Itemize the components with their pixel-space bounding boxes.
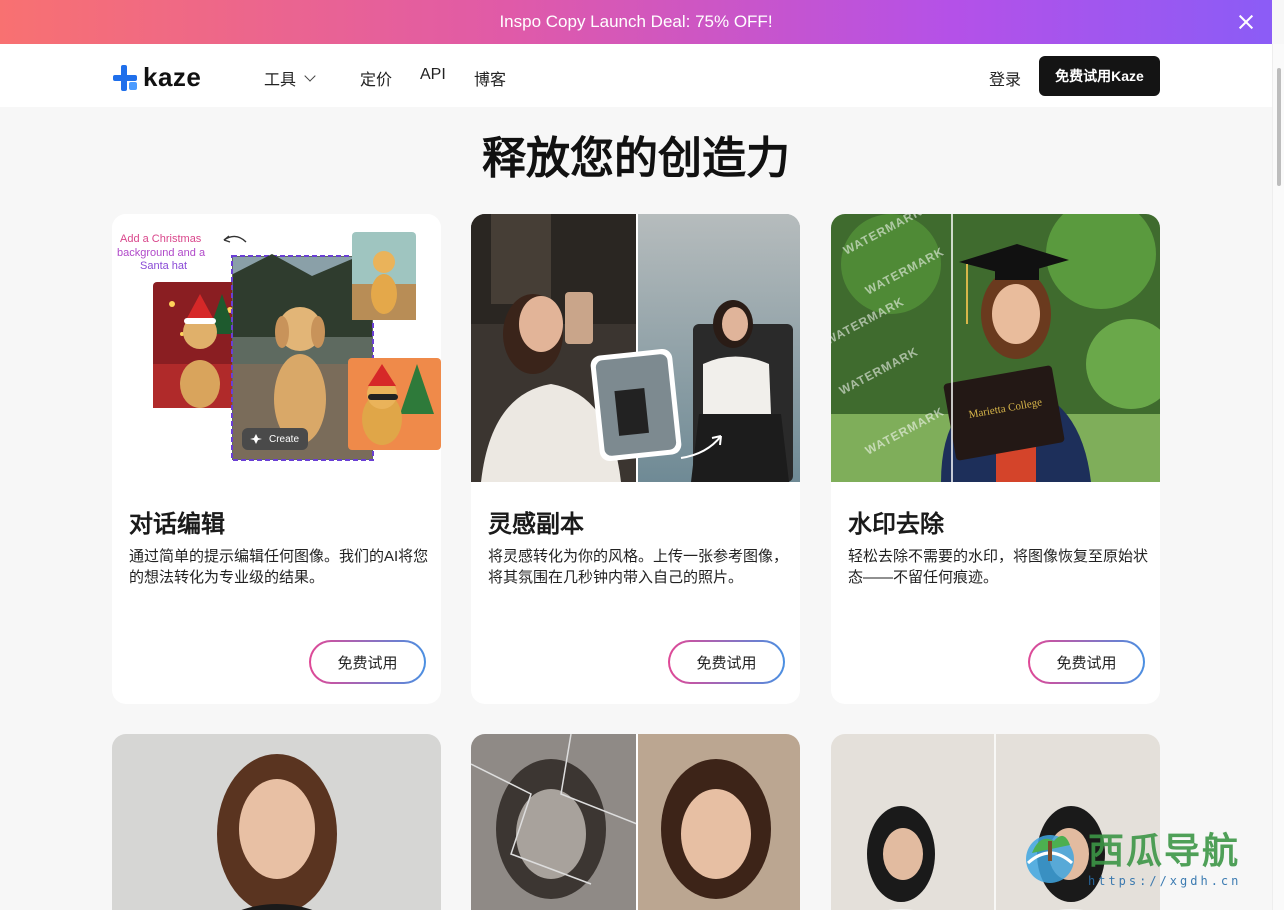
promo-text: Inspo Copy Launch Deal: 75% OFF! [499,12,773,31]
card-description: 将灵感转化为你的风格。上传一张参考图像，将其氛围在几秒钟内带入自己的照片。 [488,548,789,586]
chevron-down-icon [304,70,316,82]
try-free-label: 免费试用 [311,642,424,682]
try-kaze-button[interactable]: 免费试用Kaze [1039,56,1160,96]
svg-text:background and a: background and a [117,247,206,259]
site-watermark: 西瓜导航 https://xgdh.cn [1018,822,1241,888]
try-free-button[interactable]: 免费试用 [668,640,785,684]
try-free-button[interactable]: 免费试用 [1028,640,1145,684]
card-title: 灵感副本 [488,511,584,538]
card-description: 轻松去除不需要的水印，将图像恢复至原始状态——不留任何痕迹。 [848,548,1149,586]
feature-card-headshot [112,734,441,910]
feature-card-photo-restore [471,734,800,910]
close-icon[interactable] [1234,10,1258,34]
svg-text:Add a Christmas: Add a Christmas [120,233,202,245]
logo-text: kaze [143,62,202,92]
site-watermark-name: 西瓜导航 [1088,831,1241,872]
headshot-photo [112,734,441,910]
watermark-removal-photo: Marietta College WATERMARK WATERMARK WAT… [831,214,1160,482]
nav-tools-dropdown[interactable]: 工具 [264,66,316,90]
logo-icon [113,64,137,91]
card-description: 通过简单的提示编辑任何图像。我们的AI将您的想法转化为专业级的结果。 [129,548,429,586]
site-watermark-url: https://xgdh.cn [1088,874,1242,888]
feature-card-inspo-copy: 灵感副本 将灵感转化为你的风格。上传一张参考图像，将其氛围在几秒钟内带入自己的照… [471,214,800,704]
feature-card-watermark-removal: Marietta College WATERMARK WATERMARK WAT… [831,214,1160,704]
logo[interactable]: kaze [113,62,201,93]
nav-tools-label: 工具 [264,72,297,89]
inspo-copy-photo [471,214,800,482]
scrollbar[interactable] [1272,44,1284,910]
scrollbar-thumb[interactable] [1277,68,1281,186]
nav-pricing[interactable]: 定价 [360,66,392,90]
try-free-label: 免费试用 [1030,642,1143,682]
try-free-button[interactable]: 免费试用 [309,640,426,684]
try-free-label: 免费试用 [670,642,783,682]
card-title: 对话编辑 [129,511,225,538]
svg-text:Santa hat: Santa hat [140,260,187,272]
login-link[interactable]: 登录 [989,66,1021,90]
chat-edit-illustration: Add a Christmas background and a Santa h… [112,214,441,482]
nav-blog[interactable]: 博客 [474,66,506,90]
promo-banner: Inspo Copy Launch Deal: 75% OFF! [0,0,1272,44]
watermelon-logo-icon [1026,835,1074,883]
card-title: 水印去除 [848,511,944,538]
create-label: Create [269,434,299,445]
photo-restore-images [471,734,800,910]
top-nav: kaze 工具 定价 API 博客 登录 免费试用Kaze [0,44,1272,107]
nav-api[interactable]: API [420,66,446,84]
page-title: 释放您的创造力 [482,134,790,183]
feature-card-chat-edit: Add a Christmas background and a Santa h… [112,214,441,704]
